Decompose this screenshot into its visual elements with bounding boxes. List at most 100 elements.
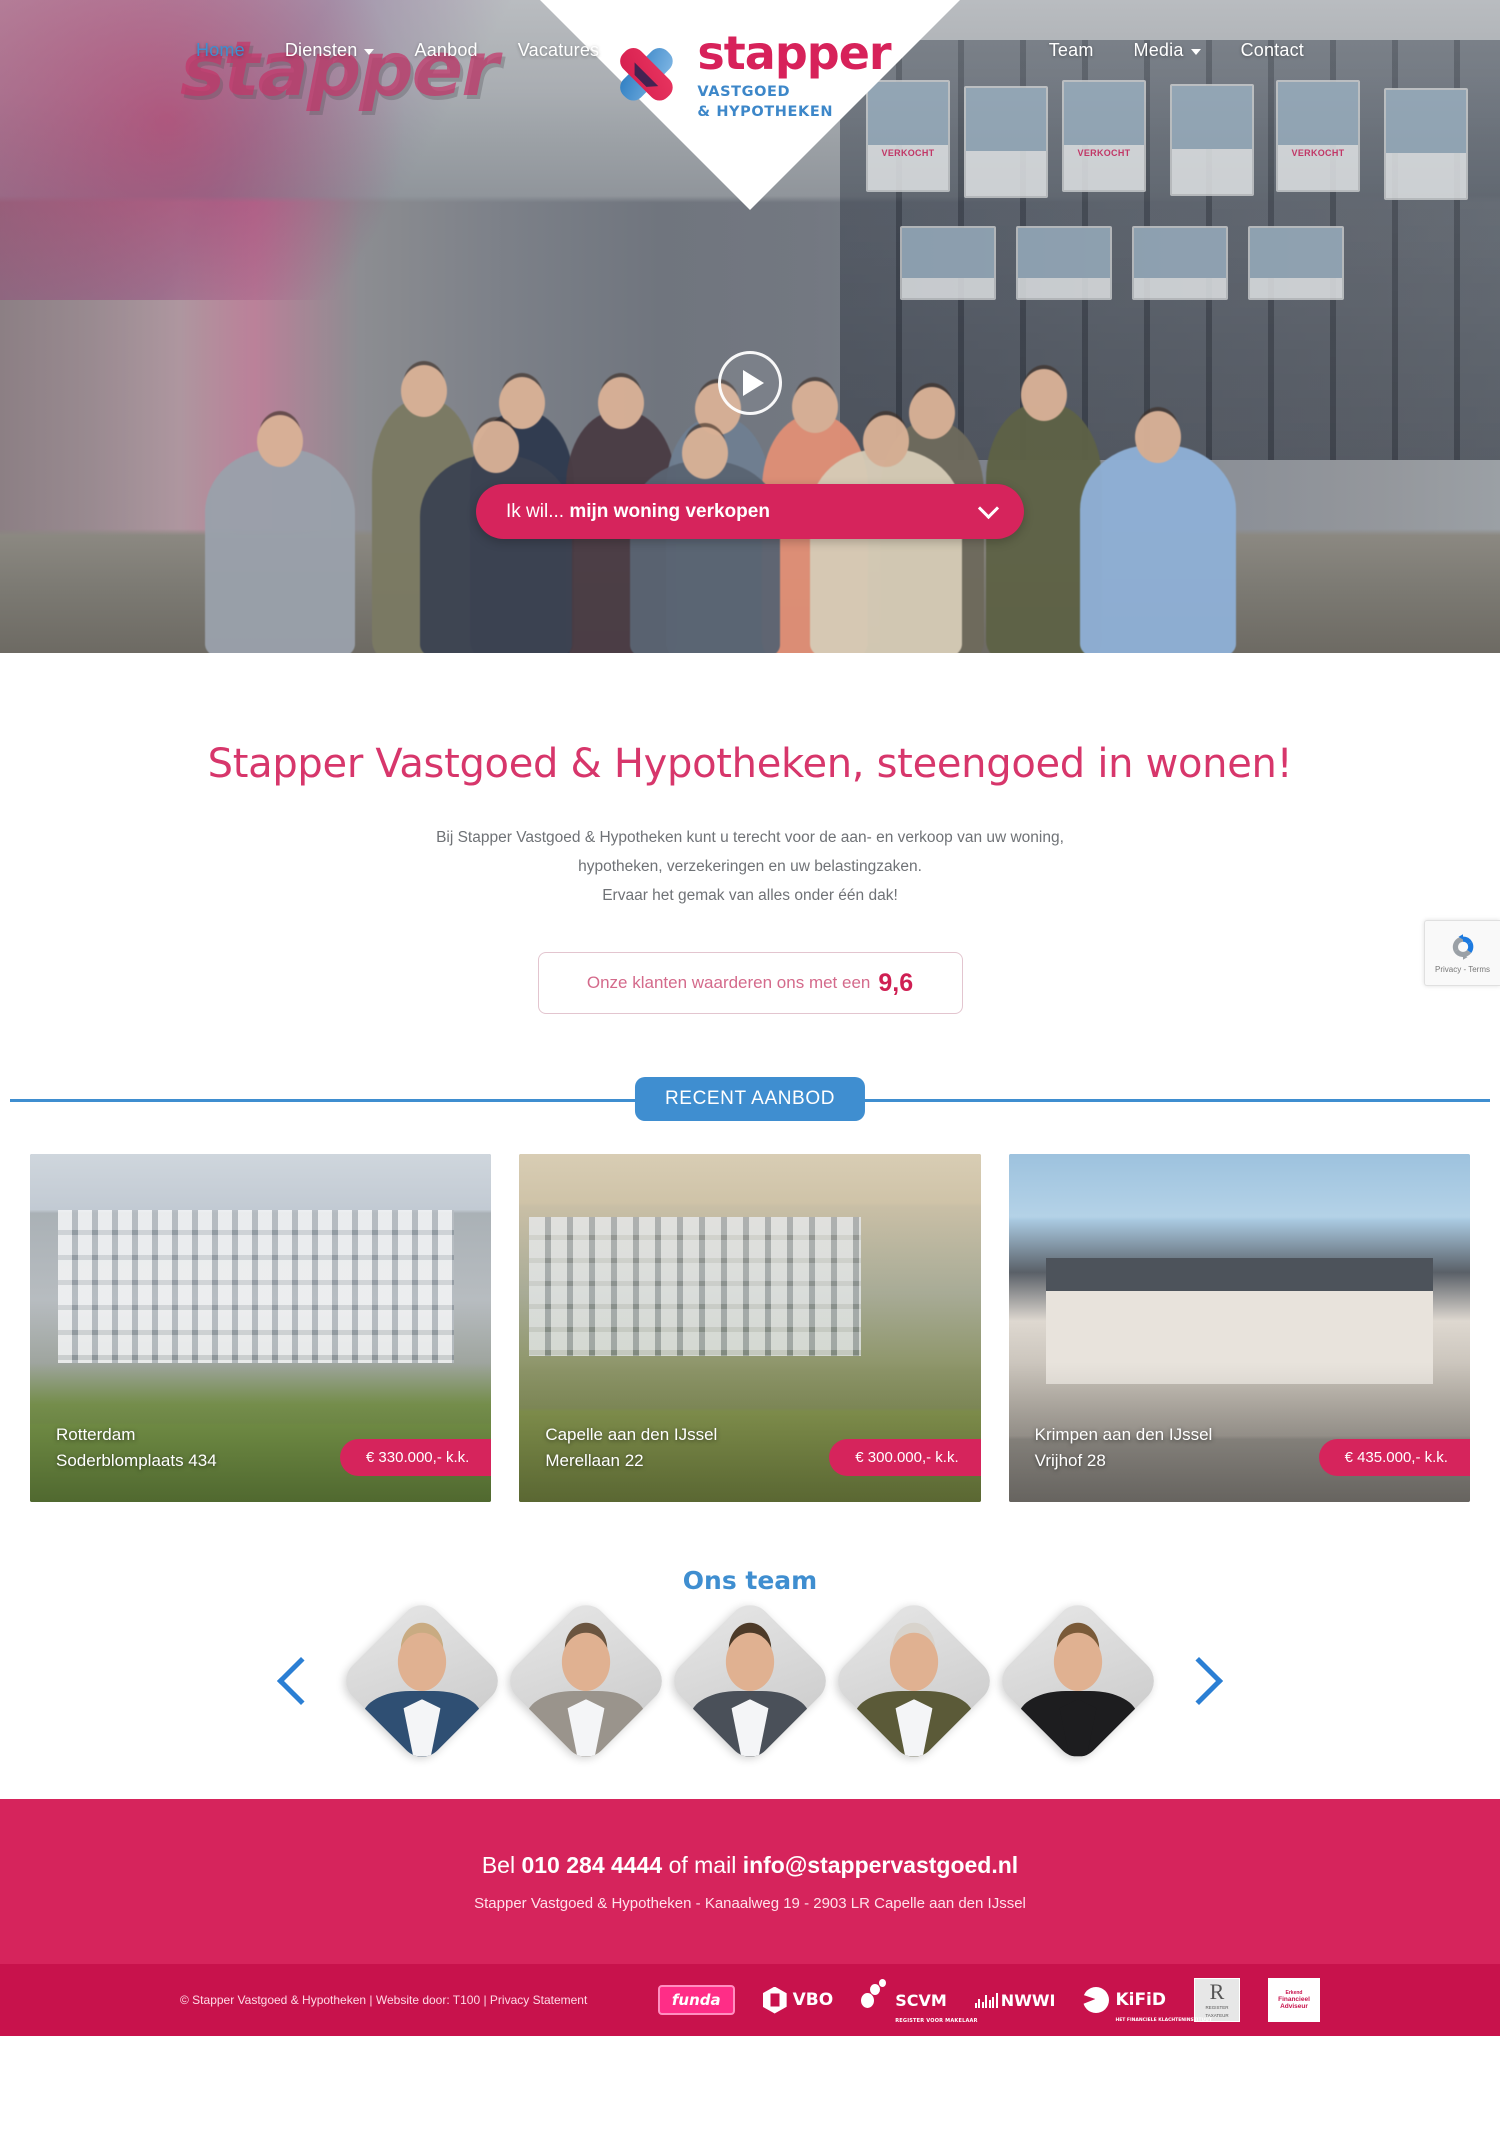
intro-line-3: Ervaar het gemak van alles onder één dak… [602,887,898,904]
nav-item-contact[interactable]: Contact [1241,40,1304,61]
nav-item-team[interactable]: Team [1049,40,1094,61]
listing-card[interactable]: Capelle aan den IJssel Merellaan 22 € 30… [519,1154,981,1502]
listing-price: € 300.000,- k.k. [829,1439,981,1476]
play-icon [742,370,764,396]
nav-item-diensten[interactable]: Diensten [285,40,375,61]
window-poster [964,86,1048,198]
footer-call-prefix: Bel [481,1851,516,1878]
listing-meta: Capelle aan den IJssel Merellaan 22 [545,1422,717,1474]
team-member-avatar[interactable] [829,1596,999,1766]
team-title: Ons team [682,1566,818,1595]
intro-section: Stapper Vastgoed & Hypotheken, steengoed… [0,653,1500,1014]
scvm-dots-icon [861,1979,891,2009]
register-R-mark: R [1209,1979,1225,2005]
team-carousel [0,1596,1500,1766]
chevron-right-icon[interactable] [1174,1656,1224,1706]
page-root: stapper VERKOCHT VERKOCHT VERKOCHT stapp… [0,0,1500,2155]
nav-item-vacatures[interactable]: Vacatures [518,40,600,61]
nav-label: Media [1133,39,1184,60]
register-label-1: REGISTER [1205,2005,1229,2011]
team-member-avatar[interactable] [501,1596,671,1766]
listing-city: Capelle aan den IJssel [545,1425,718,1444]
efa-label-3: Adviseur [1280,2003,1308,2010]
hero-cta-dropdown[interactable]: Ik wil... mijn woning verkopen [476,484,1024,539]
vbo-hex-icon [762,1986,787,2014]
footer-address: Stapper Vastgoed & Hypotheken - Kanaalwe… [474,1894,1026,1912]
vbo-logo[interactable]: VBO [762,1985,834,2015]
kifid-logo[interactable]: KiFiD HET FINANCIELE KLACHTENINSTITUUT [1083,1985,1212,2023]
team-member-avatar[interactable] [337,1596,507,1766]
efa-label-2: Financieel [1278,1995,1310,2003]
nav-label: Aanbod [414,39,478,60]
footer-contact: Bel 010 284 4444 of mail info@stappervas… [0,1799,1500,1964]
scvm-sublabel: REGISTER VOOR MAKELAAR [895,2018,978,2024]
cta-label: Ik wil... mijn woning verkopen [506,500,770,522]
recaptcha-icon [1452,934,1473,960]
chevron-left-icon[interactable] [276,1656,326,1706]
listing-street: Soderblomplaats 434 [56,1451,217,1470]
page-title: Stapper Vastgoed & Hypotheken, steengoed… [207,741,1293,787]
hero-section: stapper VERKOCHT VERKOCHT VERKOCHT stapp… [0,0,1500,653]
intro-paragraph: Bij Stapper Vastgoed & Hypotheken kunt u… [0,823,1500,910]
nav-item-aanbod[interactable]: Aanbod [414,40,477,61]
intro-line-1: Bij Stapper Vastgoed & Hypotheken kunt u… [436,829,1064,846]
customer-rating-badge: Onze klanten waarderen ons met een 9,6 [537,952,963,1014]
recent-listings-header: RECENT AANBOD [0,1077,1500,1121]
window-poster [1384,88,1468,200]
listing-city: Rotterdam [56,1425,136,1444]
funda-logo[interactable]: funda [657,1985,735,2015]
footer-contact-line: Bel 010 284 4444 of mail info@stappervas… [482,1852,1018,1879]
nav-item-home[interactable]: Home [196,40,245,61]
window-poster [1170,84,1254,196]
scvm-label: SCVM [895,1990,947,2010]
listing-meta: Krimpen aan den IJssel Vrijhof 28 [1035,1422,1213,1474]
vbo-label: VBO [792,1990,834,2010]
listing-meta: Rotterdam Soderblomplaats 434 [56,1422,217,1474]
partner-logos: funda VBO SCVM REGISTER VOOR MAKELAAR NW… [657,1978,1320,2024]
logo-subtitle-2: & HYPOTHEKEN [697,103,834,120]
nav-label: Team [1048,39,1094,60]
rating-label: Onze klanten waarderen ons met een [586,973,871,992]
video-play-button[interactable] [718,351,782,415]
nav-label: Vacatures [517,39,600,60]
kifid-swoop-icon [1083,1987,1110,2013]
recaptcha-badge[interactable]: Privacy - Terms [1424,920,1500,986]
rating-value: 9,6 [878,968,914,997]
nwwi-label: NWWI [1000,1990,1056,2010]
nav-item-media[interactable]: Media [1134,40,1201,61]
listing-street: Merellaan 22 [545,1451,644,1470]
kifid-sublabel: HET FINANCIELE KLACHTENINSTITUUT [1115,2018,1212,2023]
nav-left-group: Home Diensten Aanbod Vacatures [196,40,599,61]
recaptcha-label[interactable]: Privacy - Terms [1435,965,1490,974]
team-photo-figures [0,233,1500,653]
footer-mail-mid: of mail [668,1851,737,1878]
nwwi-logo[interactable]: NWWI [974,1985,1056,2015]
main-navigation: Home Diensten Aanbod Vacatures Team Medi… [0,0,1500,100]
nav-label: Diensten [284,39,358,60]
listing-card[interactable]: Krimpen aan den IJssel Vrijhof 28 € 435.… [1008,1154,1470,1502]
erkend-financieel-adviseur-logo[interactable]: Erkend Financieel Adviseur [1268,1978,1320,2022]
listing-street: Vrijhof 28 [1034,1451,1106,1470]
register-taxateur-logo[interactable]: R REGISTER TAXATEUR [1194,1978,1240,2022]
recent-listings-grid: Rotterdam Soderblomplaats 434 € 330.000,… [0,1120,1500,1502]
listing-price: € 330.000,- k.k. [339,1439,492,1476]
nav-label: Home [196,39,245,60]
team-section: Ons team [0,1566,1500,1799]
nav-label: Contact [1240,39,1304,60]
footer-email[interactable]: info@stappervastgoed.nl [743,1852,1018,1878]
team-member-avatar[interactable] [993,1596,1163,1766]
kifid-label: KiFiD [1115,1990,1166,2010]
chevron-down-icon [977,497,1000,520]
footer-copyright[interactable]: © Stapper Vastgoed & Hypotheken | Websit… [180,1993,587,2007]
listing-price: € 435.000,- k.k. [1318,1439,1470,1476]
footer-phone[interactable]: 010 284 4444 [521,1852,662,1878]
team-member-avatar[interactable] [665,1596,835,1766]
listing-card[interactable]: Rotterdam Soderblomplaats 434 € 330.000,… [30,1154,492,1502]
nwwi-bars-icon [974,1992,998,2008]
listing-city: Krimpen aan den IJssel [1034,1425,1213,1444]
nav-right-group: Team Media Contact [1049,40,1304,61]
chevron-down-icon [1190,48,1201,55]
section-title-pill: RECENT AANBOD [634,1077,866,1121]
scvm-logo[interactable]: SCVM REGISTER VOOR MAKELAAR [861,1979,977,2024]
footer-bottom-bar: © Stapper Vastgoed & Hypotheken | Websit… [0,1964,1500,2036]
